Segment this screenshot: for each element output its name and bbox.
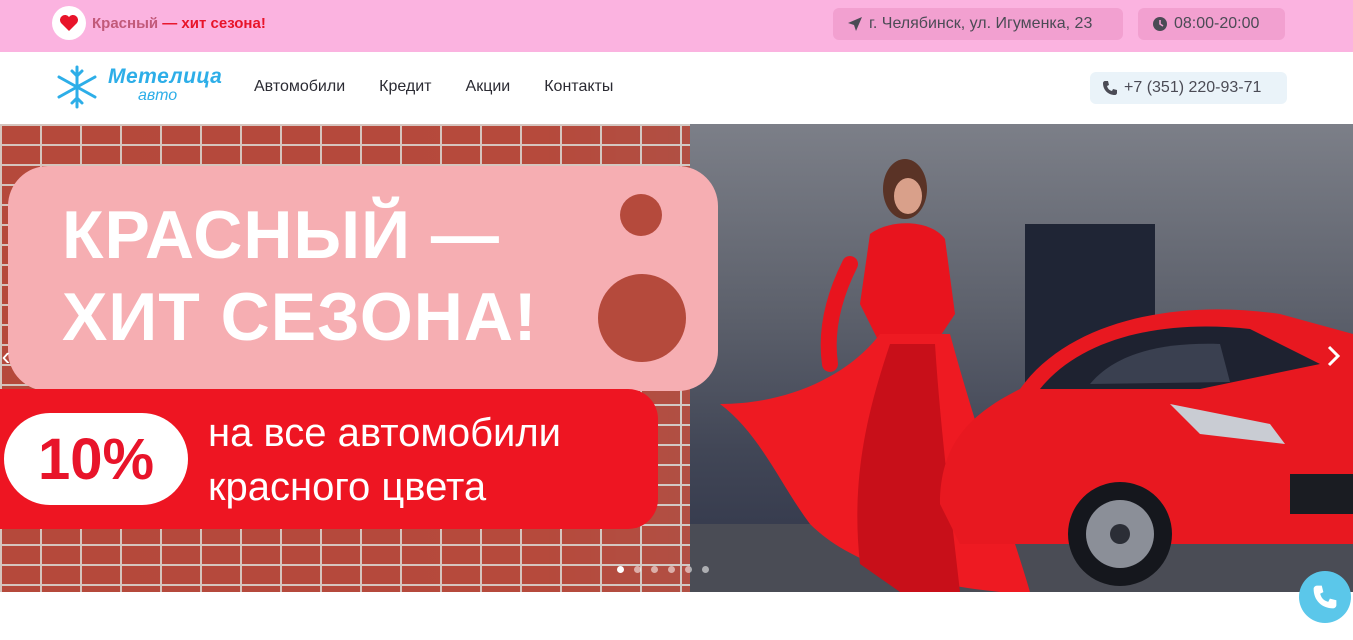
promo-banner-link[interactable]: Красный — хит сезона! bbox=[52, 6, 266, 40]
offer-line2: красного цвета bbox=[208, 465, 487, 509]
callback-button[interactable] bbox=[1299, 571, 1351, 623]
phone-number: +7 (351) 220-93-71 bbox=[1124, 79, 1262, 96]
slider-dot[interactable] bbox=[685, 566, 692, 573]
phone-icon bbox=[1103, 81, 1117, 95]
discount-badge: 10% bbox=[4, 413, 188, 505]
hero-headline-line1: КРАСНЫЙ — bbox=[62, 197, 500, 273]
phone-call-icon bbox=[1313, 585, 1337, 609]
nav-item-credit[interactable]: Кредит bbox=[379, 78, 431, 96]
snowflake-icon bbox=[57, 65, 97, 109]
hours-pill: 08:00-20:00 bbox=[1138, 8, 1285, 40]
top-promo-bar: Красный — хит сезона! г. Челябинск, ул. … bbox=[0, 0, 1353, 52]
main-nav: Автомобили Кредит Акции Контакты bbox=[254, 78, 613, 96]
red-car-image bbox=[940, 309, 1353, 586]
hero-slider[interactable]: КРАСНЫЙ — ХИТ СЕЗОНА! 10% на все автомоб… bbox=[0, 124, 1353, 592]
offer-text: на все автомобили красного цвета bbox=[208, 406, 561, 514]
slider-dot[interactable] bbox=[634, 566, 641, 573]
chevron-left-icon: ‹ bbox=[1, 340, 11, 371]
nav-item-contacts[interactable]: Контакты bbox=[544, 78, 613, 96]
main-header: Метелица авто Автомобили Кредит Акции Ко… bbox=[0, 52, 1353, 124]
slider-next-button[interactable] bbox=[1322, 344, 1346, 368]
hours-text: 08:00-20:00 bbox=[1174, 15, 1260, 32]
promo-text-rest: — хит сезона! bbox=[158, 14, 266, 32]
slider-dot[interactable] bbox=[651, 566, 658, 573]
heart-icon bbox=[52, 6, 86, 40]
card-cutout-large bbox=[598, 274, 686, 362]
site-logo[interactable]: Метелица авто bbox=[54, 64, 234, 112]
slider-pagination bbox=[617, 566, 709, 573]
location-arrow-icon bbox=[848, 17, 862, 31]
hero-headline-line2: ХИТ СЕЗОНА! bbox=[62, 279, 538, 355]
slider-dot[interactable] bbox=[668, 566, 675, 573]
offer-line1: на все автомобили bbox=[208, 411, 562, 455]
nav-item-cars[interactable]: Автомобили bbox=[254, 78, 345, 96]
promo-text: Красный — хит сезона! bbox=[92, 15, 266, 32]
nav-item-promotions[interactable]: Акции bbox=[466, 78, 511, 96]
slider-dot[interactable] bbox=[702, 566, 709, 573]
phone-link[interactable]: +7 (351) 220-93-71 bbox=[1090, 72, 1287, 104]
hero-headline: КРАСНЫЙ — ХИТ СЕЗОНА! bbox=[62, 194, 538, 358]
address-pill[interactable]: г. Челябинск, ул. Игуменка, 23 bbox=[833, 8, 1123, 40]
card-cutout-small bbox=[620, 194, 662, 236]
slider-prev-button[interactable]: ‹ bbox=[0, 341, 18, 371]
address-text: г. Челябинск, ул. Игуменка, 23 bbox=[869, 15, 1093, 32]
logo-subtitle: авто bbox=[138, 87, 178, 104]
promo-text-red-word: Красный bbox=[92, 14, 159, 32]
chevron-right-icon bbox=[1327, 345, 1341, 367]
clock-icon bbox=[1153, 17, 1167, 31]
logo-wordmark: Метелица bbox=[108, 65, 223, 88]
slider-dot[interactable] bbox=[617, 566, 624, 573]
